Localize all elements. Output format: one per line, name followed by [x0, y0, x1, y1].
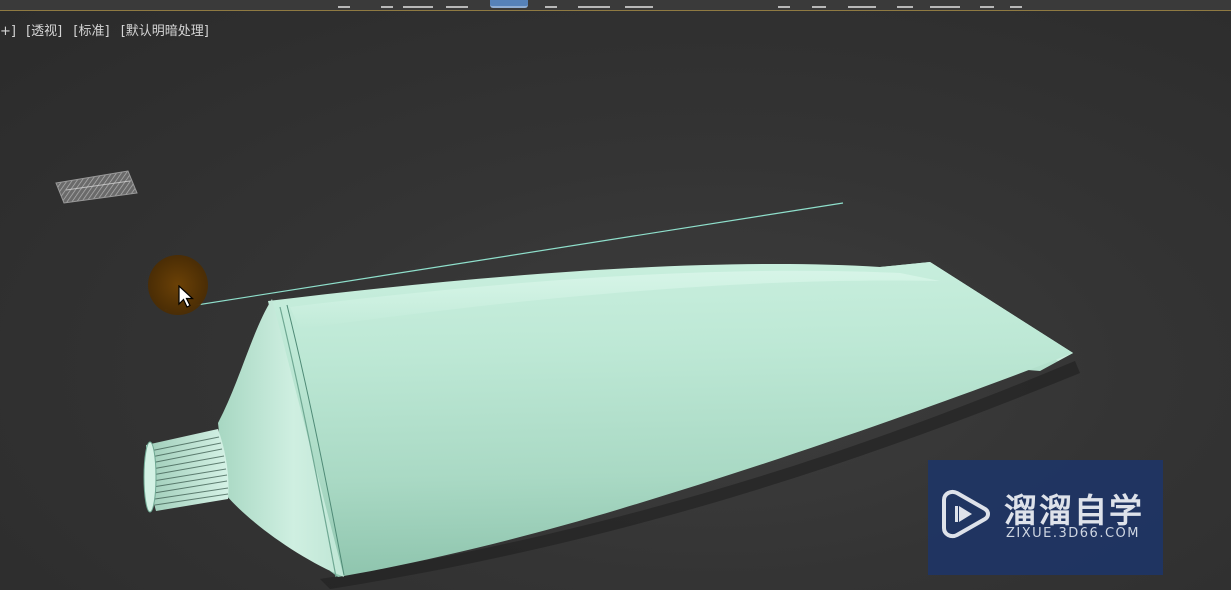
toolbar-icon[interactable]: [778, 0, 790, 8]
toolbar-icon[interactable]: [812, 0, 826, 8]
app-window: +] [透视] [标准] [默认明暗处理] 溜溜自学 ZIXUE.3D66.CO…: [0, 0, 1231, 590]
main-toolbar: [0, 0, 1231, 11]
toolbar-icon[interactable]: [1010, 0, 1022, 8]
perspective-viewport[interactable]: +] [透视] [标准] [默认明暗处理] 溜溜自学 ZIXUE.3D66.CO…: [0, 11, 1231, 590]
toolbar-icon[interactable]: [338, 0, 350, 8]
toolbar-icon[interactable]: [403, 0, 433, 8]
hatched-helper-object: [55, 170, 138, 204]
play-logo-icon: [942, 489, 990, 539]
toolbar-icon[interactable]: [625, 0, 653, 8]
watermark-badge: 溜溜自学 ZIXUE.3D66.COM: [928, 460, 1163, 575]
toolbar-icon[interactable]: [381, 0, 393, 8]
toolbar-icon[interactable]: [930, 0, 960, 8]
toolbar-icon[interactable]: [578, 0, 610, 8]
toolbar-icon[interactable]: [545, 0, 557, 8]
select-move-icon[interactable]: [490, 0, 528, 8]
watermark-title: 溜溜自学: [1004, 491, 1144, 530]
watermark-url: ZIXUE.3D66.COM: [1006, 526, 1140, 541]
toolbar-icon[interactable]: [446, 0, 468, 8]
mouse-pointer-icon: [178, 285, 195, 308]
toolbar-icon[interactable]: [980, 0, 994, 8]
toolbar-icon[interactable]: [897, 0, 913, 8]
toolbar-icon[interactable]: [848, 0, 876, 8]
